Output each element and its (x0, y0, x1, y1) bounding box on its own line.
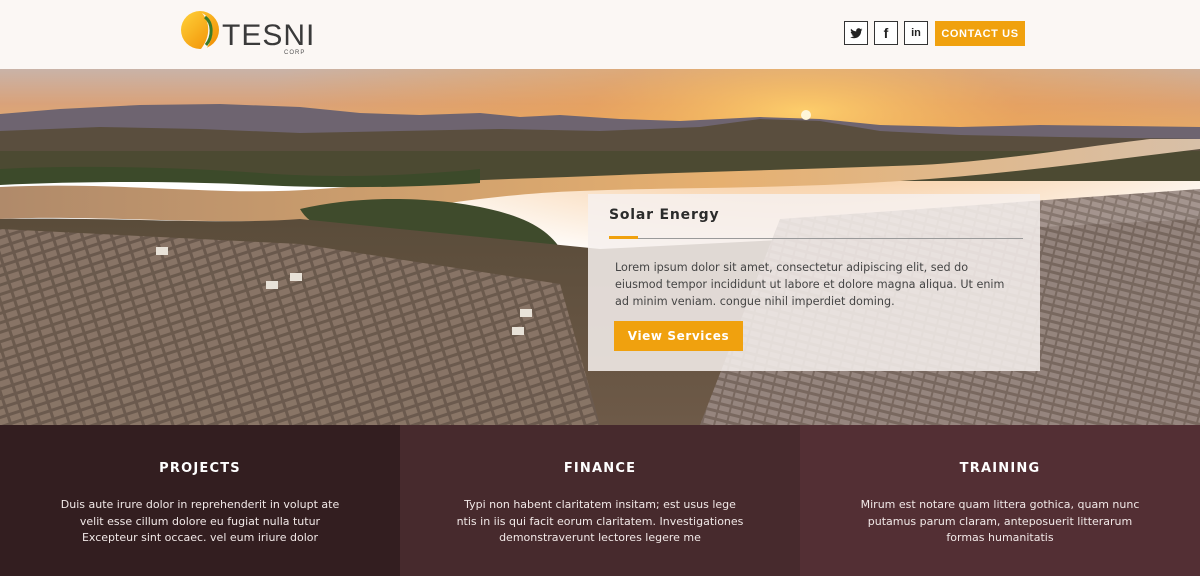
training-panel: TRAINING Mirum est notare quam littera g… (800, 425, 1200, 576)
card-description: Lorem ipsum dolor sit amet, consectetur … (615, 261, 1005, 308)
training-title: TRAINING (959, 461, 1041, 476)
tesni-logo[interactable]: TESNI CORP (180, 9, 320, 57)
finance-panel: FINANCE Typi non habent claritatem insit… (400, 425, 800, 576)
linkedin-button[interactable]: in (904, 21, 928, 45)
card-title: Solar Energy (609, 207, 720, 223)
training-text: Mirum est notare quam littera gothica, q… (860, 498, 1140, 544)
facebook-icon: f (883, 25, 889, 41)
finance-title: FINANCE (563, 461, 637, 476)
finance-text: Typi non habent claritatem insitam; est … (456, 498, 744, 544)
sun-logo-icon (181, 11, 219, 49)
twitter-button[interactable] (844, 21, 868, 45)
projects-panel: PROJECTS Duis aute irure dolor in repreh… (0, 425, 400, 576)
card-divider (609, 238, 1023, 239)
logo-wordmark: TESNI (222, 19, 316, 52)
site-header: TESNI CORP f in CONTACT US (0, 0, 1200, 69)
linkedin-icon: in (911, 26, 921, 39)
twitter-icon (849, 27, 862, 38)
card-accent-bar (609, 236, 638, 239)
projects-title: PROJECTS (159, 461, 241, 476)
view-services-button[interactable]: View Services (614, 321, 743, 351)
hero-banner: Solar Energy Lorem ipsum dolor sit amet,… (0, 69, 1200, 425)
projects-text: Duis aute irure dolor in reprehenderit i… (60, 498, 340, 544)
contact-us-button[interactable]: CONTACT US (935, 21, 1025, 46)
solar-energy-card: Solar Energy Lorem ipsum dolor sit amet,… (588, 194, 1040, 371)
facebook-button[interactable]: f (874, 21, 898, 45)
logo-subtitle: CORP (284, 50, 306, 56)
